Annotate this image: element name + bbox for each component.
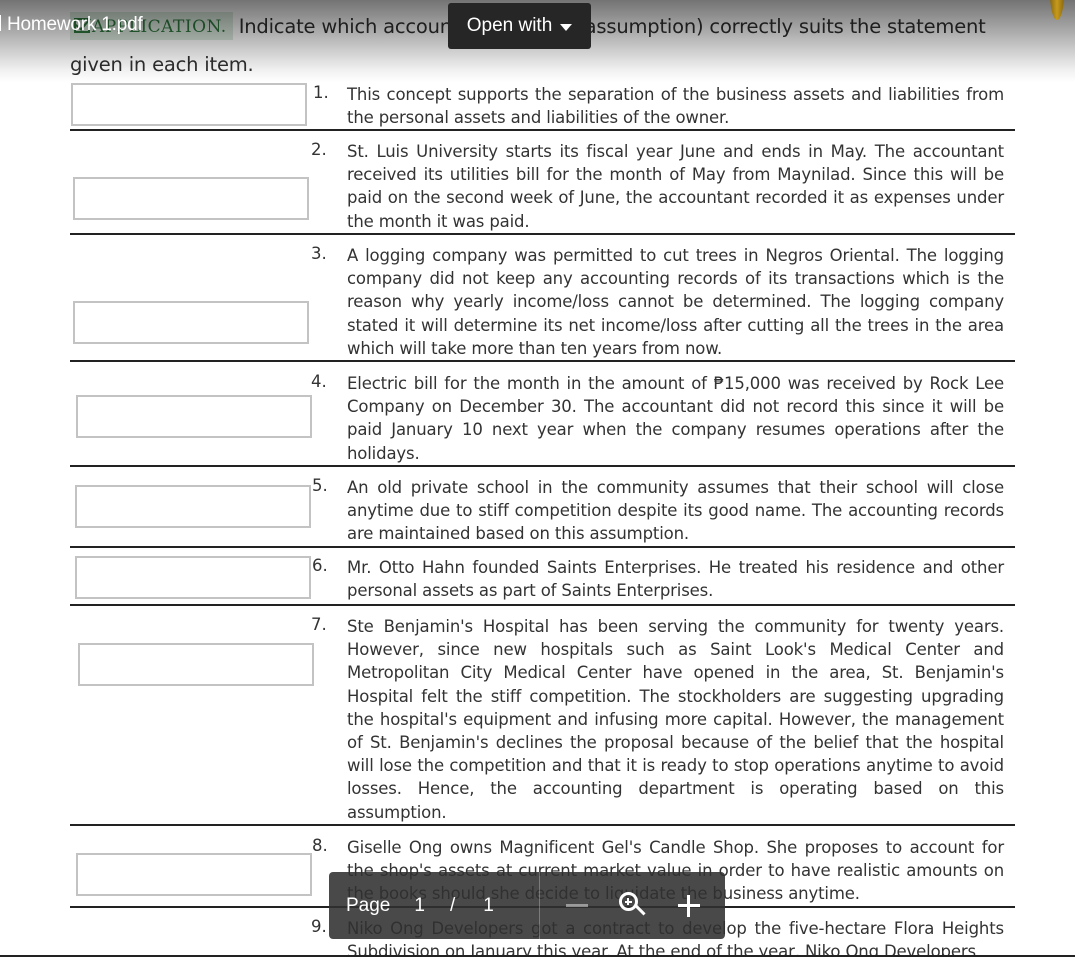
page-separator: /: [449, 894, 456, 916]
zoom-in-icon[interactable]: [677, 894, 700, 917]
current-page[interactable]: 1: [414, 895, 425, 917]
item-number: 7.: [311, 615, 327, 634]
item-number: 5.: [312, 476, 328, 495]
question-item: 7. Ste Benjamin's Hospital has been serv…: [70, 606, 1015, 826]
item-number: 9.: [311, 917, 327, 936]
item-text: This concept supports the separation of …: [347, 85, 1004, 128]
instructions-line-1: Indicate which accounting principle(assu…: [238, 15, 986, 38]
open-with-label: Open with: [466, 15, 553, 36]
file-icon: [0, 15, 1, 31]
item-text: Ste Benjamin's Hospital has been serving…: [347, 617, 1004, 822]
answer-box[interactable]: [75, 485, 311, 528]
answer-box[interactable]: [76, 853, 312, 896]
pdf-page: APPLICATION. Indicate which accounting p…: [0, 0, 1075, 957]
caret-down-icon: [560, 23, 573, 31]
item-number: 6.: [312, 556, 328, 575]
answer-box[interactable]: [73, 177, 309, 220]
item-number: 3.: [311, 244, 327, 263]
page-label: Page: [346, 894, 391, 916]
page-toolbar: Page 1 / 1: [329, 872, 725, 939]
item-text: Mr. Otto Hahn founded Saints Enterprises…: [347, 558, 1004, 601]
answer-box[interactable]: [71, 83, 307, 126]
question-item: 6. Mr. Otto Hahn founded Saints Enterpri…: [70, 548, 1015, 606]
item-text: St. Luis University starts its fiscal ye…: [347, 142, 1004, 231]
question-item: 3. A logging company was permitted to cu…: [70, 235, 1015, 362]
file-name: Homework 1.pdf: [7, 14, 143, 35]
zoom-magnifier-icon[interactable]: [618, 891, 647, 920]
file-title: Homework 1.pdf: [0, 14, 143, 36]
item-number: 2.: [311, 140, 327, 159]
instructions-line-2: given in each item.: [70, 53, 254, 76]
item-text: An old private school in the community a…: [347, 478, 1004, 544]
item-text: Electric bill for the month in the amoun…: [347, 374, 1004, 463]
open-with-button[interactable]: Open with: [448, 3, 591, 49]
page-indicator: Page 1 / 1: [329, 872, 540, 939]
item-number: 4.: [311, 372, 327, 391]
item-text: A logging company was permitted to cut t…: [347, 246, 1004, 358]
zoom-controls: [540, 872, 725, 939]
question-item: 5. An old private school in the communit…: [70, 467, 1015, 548]
question-item: 2. St. Luis University starts its fiscal…: [70, 131, 1015, 235]
question-item: 4. Electric bill for the month in the am…: [70, 362, 1015, 467]
answer-box[interactable]: [76, 395, 312, 438]
question-item: 1. This concept supports the separation …: [70, 80, 1015, 131]
answer-box[interactable]: [78, 643, 314, 686]
answer-box[interactable]: [75, 556, 311, 599]
answer-box[interactable]: [73, 301, 309, 344]
zoom-out-icon[interactable]: [565, 904, 588, 907]
item-number: 1.: [313, 83, 329, 102]
item-number: 8.: [312, 836, 328, 855]
total-pages: 1: [483, 894, 494, 916]
